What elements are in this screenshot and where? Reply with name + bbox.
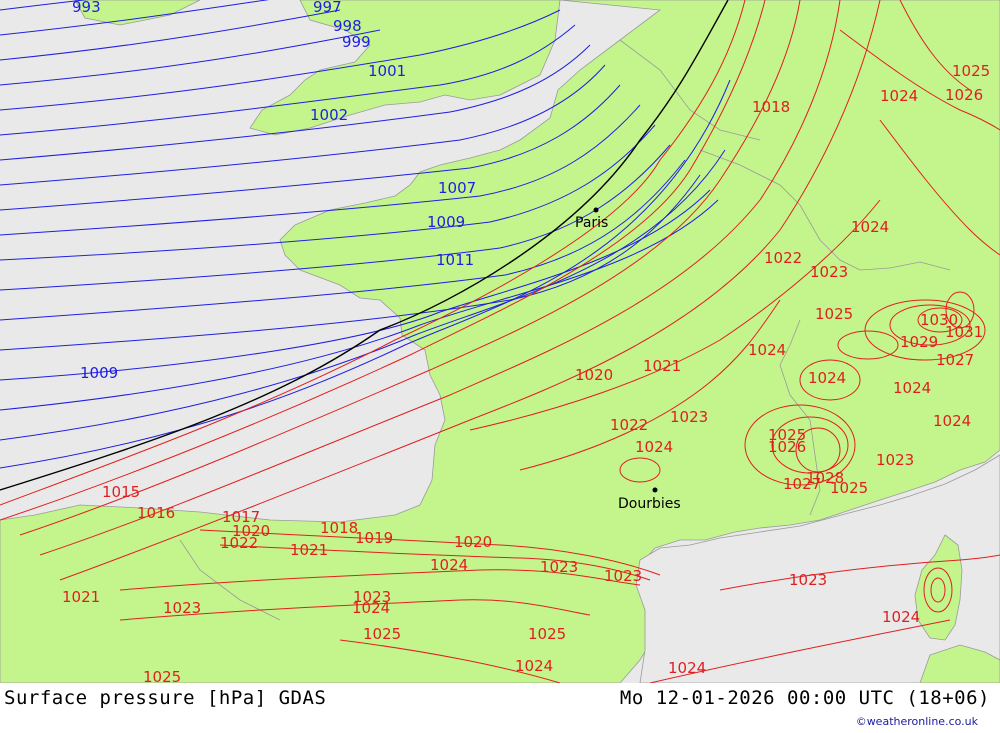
- city-marker: [652, 487, 658, 493]
- city-marker: [593, 207, 599, 213]
- label-red: 1025: [952, 62, 990, 80]
- label-red: 1024: [882, 608, 920, 626]
- label-red: 1026: [945, 86, 983, 104]
- label-red: 1020: [575, 366, 613, 384]
- label-red: 1024: [515, 657, 553, 675]
- label-1009b: 1009: [80, 364, 118, 382]
- label-red: 1020: [454, 533, 492, 551]
- label-red: 1018: [320, 519, 358, 537]
- city-label: Paris: [575, 215, 608, 231]
- label-red: 1024: [635, 438, 673, 456]
- label-red: 1024: [748, 341, 786, 359]
- label-red: 1025: [143, 668, 181, 683]
- label-red: 1024: [808, 369, 846, 387]
- label-red: 1024: [668, 659, 706, 677]
- label-1002: 1002: [310, 106, 348, 124]
- label-red: 1023: [540, 558, 578, 576]
- label-red: 1016: [137, 504, 175, 522]
- label-red: 1025: [363, 625, 401, 643]
- map-title: Surface pressure [hPa] GDAS: [4, 687, 327, 709]
- label-red: 1024: [880, 87, 918, 105]
- label-1011: 1011: [436, 251, 474, 269]
- label-red: 1023: [670, 408, 708, 426]
- weather-map-stage: 993 997 998 999 1001 1002 1007 1009 1011…: [0, 0, 1000, 733]
- label-999: 999: [342, 33, 371, 51]
- label-1001: 1001: [368, 62, 406, 80]
- label-red: 1025: [815, 305, 853, 323]
- label-red: 1025: [830, 479, 868, 497]
- label-red: 1023: [604, 567, 642, 585]
- label-red: 1022: [220, 534, 258, 552]
- label-red: 1018: [752, 98, 790, 116]
- label-1007: 1007: [438, 179, 476, 197]
- label-red: 1019: [355, 529, 393, 547]
- label-red: 1024: [430, 556, 468, 574]
- label-red: 1027: [783, 475, 821, 493]
- label-red: 1021: [290, 541, 328, 559]
- label-red: 1023: [789, 571, 827, 589]
- label-red: 1023: [810, 263, 848, 281]
- label-red: 1015: [102, 483, 140, 501]
- map-timestamp: Mo 12-01-2026 00:00 UTC (18+06): [619, 687, 990, 709]
- label-red: 1025: [528, 625, 566, 643]
- label-997: 997: [313, 0, 342, 16]
- label-red: 1024: [933, 412, 971, 430]
- city-label: Dourbies: [618, 496, 681, 512]
- label-red: 1023: [876, 451, 914, 469]
- pressure-map: 993 997 998 999 1001 1002 1007 1009 1011…: [0, 0, 1000, 683]
- label-red: 1029: [900, 333, 938, 351]
- label-red: 1022: [610, 416, 648, 434]
- label-1009a: 1009: [427, 213, 465, 231]
- label-red: 1026: [768, 438, 806, 456]
- label-red: 1023: [163, 599, 201, 617]
- credit-link[interactable]: ©weatheronline.co.uk: [856, 715, 978, 728]
- label-red: 1027: [936, 351, 974, 369]
- label-red: 1024: [352, 599, 390, 617]
- label-red: 1021: [62, 588, 100, 606]
- label-red: 1024: [893, 379, 931, 397]
- label-red: 1022: [764, 249, 802, 267]
- label-red: 1024: [851, 218, 889, 236]
- label-red: 1031: [945, 323, 983, 341]
- label-993: 993: [72, 0, 101, 16]
- label-red: 1021: [643, 357, 681, 375]
- map-footer: Surface pressure [hPa] GDAS Mo 12-01-202…: [0, 683, 1000, 733]
